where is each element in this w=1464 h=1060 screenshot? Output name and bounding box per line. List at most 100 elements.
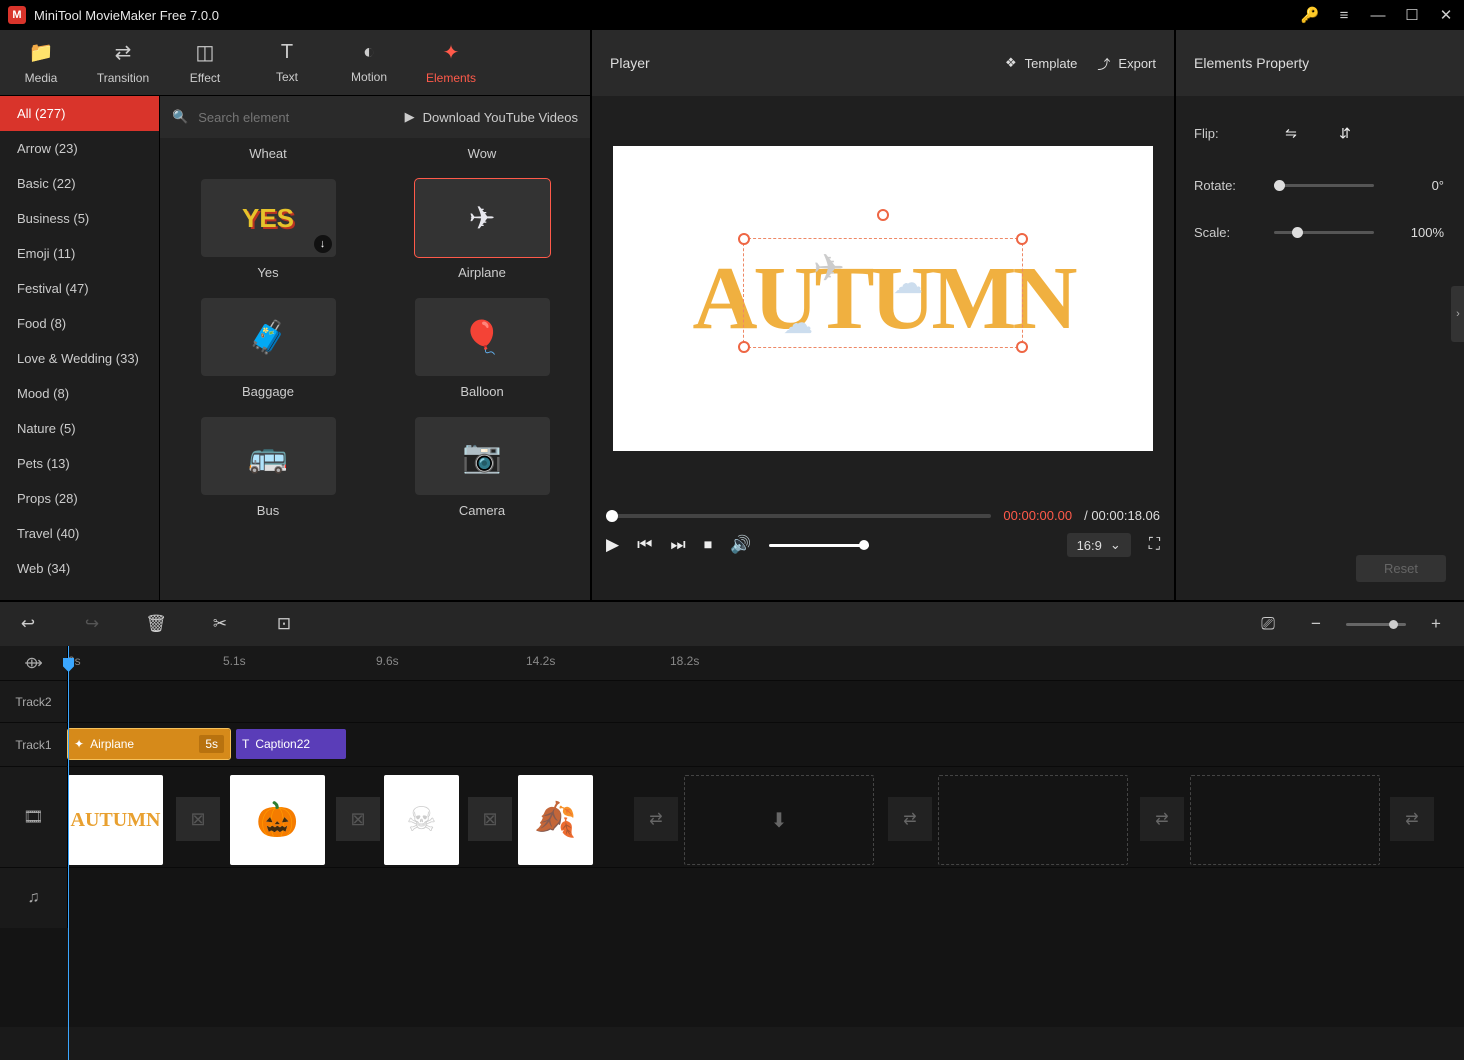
category-item[interactable]: Arrow (23): [0, 131, 159, 166]
tab-transition[interactable]: ⇄Transition: [82, 30, 164, 95]
tab-text[interactable]: TText: [246, 30, 328, 95]
video-clip[interactable]: AUTUMN: [68, 775, 163, 865]
transition-slot[interactable]: ⊠: [176, 797, 220, 841]
transition-slot[interactable]: ⇄: [634, 797, 678, 841]
zoom-slider[interactable]: [1346, 623, 1406, 626]
resize-handle[interactable]: [1016, 341, 1028, 353]
template-button[interactable]: ❖Template: [1005, 55, 1077, 71]
play-button[interactable]: ▶: [606, 535, 619, 555]
category-item[interactable]: Mood (8): [0, 376, 159, 411]
add-track-button[interactable]: ⟴: [0, 646, 68, 680]
playhead[interactable]: [68, 646, 69, 1060]
aspect-ratio-select[interactable]: 16:9 ⌄: [1067, 533, 1131, 557]
empty-slot[interactable]: [938, 775, 1128, 865]
volume-slider[interactable]: [769, 544, 869, 547]
selection-box[interactable]: [743, 238, 1023, 348]
empty-slot[interactable]: ⬇: [684, 775, 874, 865]
youtube-icon: ▶: [405, 109, 415, 125]
download-badge-icon: ↓: [314, 235, 332, 253]
category-item[interactable]: Food (8): [0, 306, 159, 341]
next-frame-button[interactable]: ⏭: [670, 535, 685, 555]
video-clip[interactable]: 🍂: [518, 775, 593, 865]
element-label: Airplane: [458, 265, 506, 280]
transition-slot[interactable]: ⇄: [1390, 797, 1434, 841]
menu-icon[interactable]: ≡: [1334, 5, 1354, 25]
zoom-out-button[interactable]: −: [1298, 614, 1334, 634]
resize-handle[interactable]: [738, 341, 750, 353]
fit-button[interactable]: ⎚: [1250, 614, 1286, 634]
fullscreen-button[interactable]: ⛶: [1149, 536, 1160, 554]
export-button[interactable]: ⤴Export: [1097, 54, 1156, 73]
category-item[interactable]: Festival (47): [0, 271, 159, 306]
resize-handle[interactable]: [1016, 233, 1028, 245]
rotate-slider[interactable]: [1274, 184, 1374, 187]
category-item[interactable]: Emoji (11): [0, 236, 159, 271]
video-track-body[interactable]: AUTUMN ⊠ 🎃 ⊠ ☠ ⊠ 🍂 ⇄ ⬇ ⇄ ⇄ ⇄: [68, 767, 1464, 867]
search-input[interactable]: [198, 110, 374, 125]
category-list: All (277)Arrow (23)Basic (22)Business (5…: [0, 96, 160, 600]
tab-elements[interactable]: ✦Elements: [410, 30, 492, 95]
category-item[interactable]: Web (34): [0, 551, 159, 586]
flip-horizontal-button[interactable]: ⇋: [1274, 120, 1308, 146]
undo-button[interactable]: ↩: [10, 614, 46, 634]
close-icon[interactable]: ✕: [1436, 5, 1456, 25]
timeline-ruler[interactable]: 0s5.1s9.6s14.2s18.2s: [68, 646, 1464, 680]
category-item[interactable]: Props (28): [0, 481, 159, 516]
element-thumb[interactable]: YES↓: [201, 179, 336, 257]
minimize-icon[interactable]: —: [1368, 5, 1388, 25]
clip-airplane[interactable]: ✦ Airplane 5s: [68, 729, 230, 759]
video-clip[interactable]: 🎃: [230, 775, 325, 865]
empty-slot[interactable]: [1190, 775, 1380, 865]
volume-icon[interactable]: 🔊: [730, 535, 751, 555]
reset-button[interactable]: Reset: [1356, 555, 1446, 582]
element-label: Baggage: [242, 384, 294, 399]
resize-handle[interactable]: [738, 233, 750, 245]
video-clip[interactable]: ☠: [384, 775, 459, 865]
seek-slider[interactable]: [606, 514, 991, 518]
flip-vertical-button[interactable]: ⇵: [1328, 120, 1362, 146]
track-header-1[interactable]: Track1: [0, 723, 68, 766]
transition-slot[interactable]: ⊠: [468, 797, 512, 841]
category-item[interactable]: Love & Wedding (33): [0, 341, 159, 376]
time-current: 00:00:00.00: [1003, 508, 1072, 523]
redo-button[interactable]: ↪: [74, 614, 110, 634]
maximize-icon[interactable]: ☐: [1402, 5, 1422, 25]
delete-button[interactable]: 🗑: [138, 614, 174, 634]
clip-caption[interactable]: T Caption22: [236, 729, 346, 759]
element-thumb[interactable]: 🎈: [415, 298, 550, 376]
collapse-panel-button[interactable]: ›: [1451, 286, 1464, 342]
preview-canvas[interactable]: AUTUMN ☁ ☁ ✈: [592, 96, 1174, 500]
track-header-2[interactable]: Track2: [0, 681, 68, 722]
element-thumb[interactable]: 🧳: [201, 298, 336, 376]
audio-track-body[interactable]: [68, 868, 1464, 928]
tab-motion[interactable]: ◐Motion: [328, 30, 410, 95]
zoom-in-button[interactable]: +: [1418, 614, 1454, 634]
rotate-handle[interactable]: [877, 209, 889, 221]
track-1-body[interactable]: ✦ Airplane 5s T Caption22: [68, 723, 1464, 766]
category-item[interactable]: Pets (13): [0, 446, 159, 481]
download-youtube-button[interactable]: ▶ Download YouTube Videos: [405, 109, 578, 125]
tab-effect[interactable]: ◫Effect: [164, 30, 246, 95]
audio-track-icon[interactable]: ♫: [0, 868, 68, 928]
prev-frame-button[interactable]: ⏮: [637, 535, 652, 555]
scale-slider[interactable]: [1274, 231, 1374, 234]
split-button[interactable]: ✂: [202, 614, 238, 634]
category-item[interactable]: Business (5): [0, 201, 159, 236]
category-item[interactable]: Travel (40): [0, 516, 159, 551]
tab-media[interactable]: 📁Media: [0, 30, 82, 95]
category-item[interactable]: All (277): [0, 96, 159, 131]
transition-slot[interactable]: ⊠: [336, 797, 380, 841]
transition-slot[interactable]: ⇄: [888, 797, 932, 841]
element-thumb[interactable]: 🚌: [201, 417, 336, 495]
stop-button[interactable]: ⏹: [704, 535, 713, 555]
track-2-body[interactable]: [68, 681, 1464, 722]
video-track-icon[interactable]: 🎞: [0, 767, 68, 867]
crop-button[interactable]: ⊡: [266, 614, 302, 634]
category-item[interactable]: Nature (5): [0, 411, 159, 446]
transition-slot[interactable]: ⇄: [1140, 797, 1184, 841]
key-icon[interactable]: 🔑: [1300, 5, 1320, 25]
element-thumb[interactable]: 📷: [415, 417, 550, 495]
category-item[interactable]: Basic (22): [0, 166, 159, 201]
element-thumb[interactable]: ✈: [415, 179, 550, 257]
chevron-down-icon: ⌄: [1110, 537, 1121, 553]
